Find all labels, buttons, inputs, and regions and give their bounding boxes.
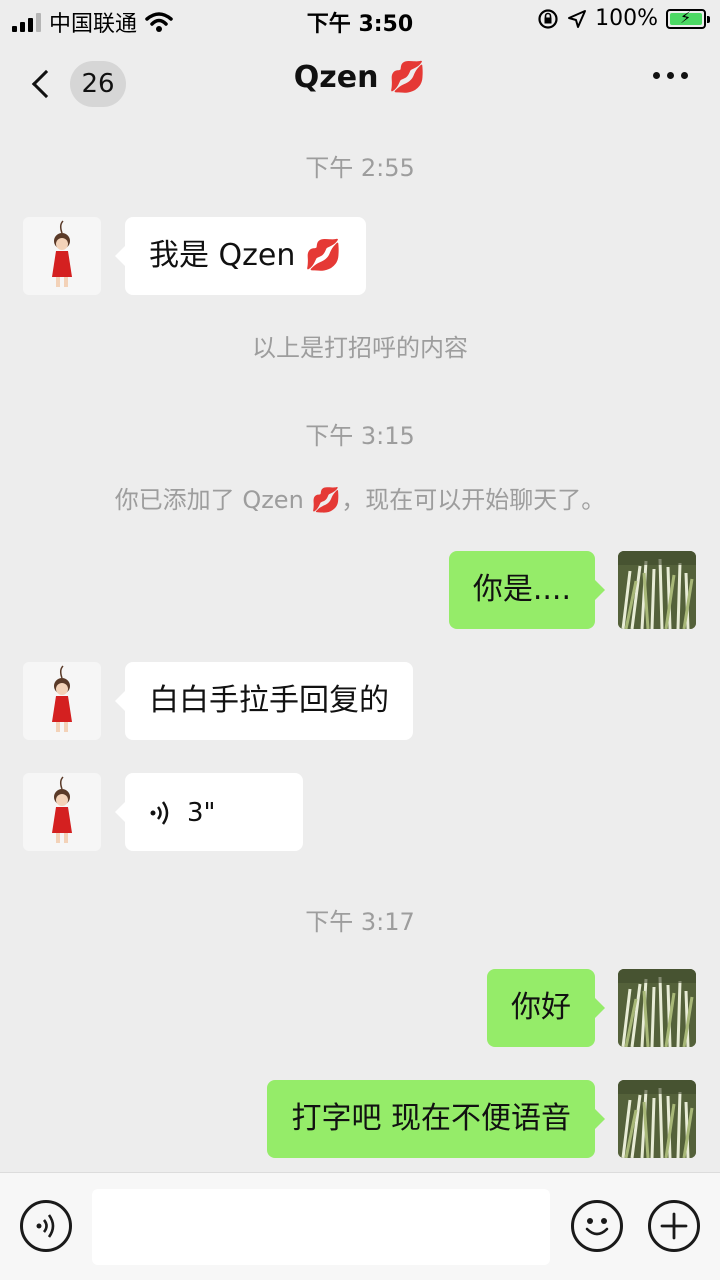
lock-rotation-icon [538,8,558,29]
status-bar: 中国联通 下午 3:50 100% ⚡ [0,0,720,40]
timestamp: 下午 2:55 [305,154,415,182]
outgoing-message[interactable]: 你好 [487,969,605,1047]
timestamp: 下午 3:15 [305,422,415,450]
incoming-message[interactable]: 白白手拉手回复的 [115,662,413,740]
incoming-message[interactable]: 我是 Qzen 💋 [114,217,367,295]
voice-input-button[interactable] [20,1200,72,1252]
my-avatar[interactable] [618,1080,696,1158]
contact-avatar[interactable] [23,773,101,851]
battery-icon: ⚡ [666,8,710,29]
system-message: 以上是打招呼的内容 [252,334,468,362]
carrier-name: 中国联通 [49,12,138,37]
voice-icon [150,800,169,825]
outgoing-message[interactable]: 打字吧 现在不便语音 [267,1080,605,1158]
plus-icon [660,1212,688,1240]
contact-avatar[interactable] [23,662,101,740]
voice-duration: 3" [187,798,216,828]
message-input[interactable] [92,1189,550,1265]
plus-button[interactable] [648,1200,700,1252]
system-message: 你已添加了 Qzen 💋，现在可以开始聊天了。 [114,486,606,514]
contact-avatar[interactable] [23,217,101,295]
outgoing-message[interactable]: 你是.... [448,551,606,629]
input-bar [0,1172,720,1280]
emoji-button[interactable] [571,1200,623,1252]
status-left: 中国联通 [12,6,173,38]
battery-percent: 100% [595,6,658,31]
my-avatar[interactable] [618,969,696,1047]
location-icon [568,9,587,28]
signal-icon [12,12,41,32]
more-icon[interactable] [653,72,688,79]
back-chevron-icon [31,69,61,99]
voice-icon [36,1214,55,1238]
timestamp: 下午 3:17 [305,908,415,936]
nav-bar: 26 Qzen 💋 [0,40,720,124]
unread-count-badge: 26 [70,61,126,107]
back-button[interactable]: 26 [28,60,128,108]
message-list[interactable]: 下午 2:55 我是 Qzen 💋 以上是打招呼的内容 下午 3:15 你已添加… [0,124,720,1172]
wifi-icon [145,12,173,32]
voice-message[interactable]: 3" [115,773,303,851]
my-avatar[interactable] [618,551,696,629]
emoji-icon [585,1218,609,1236]
status-right: 100% ⚡ [537,6,710,31]
